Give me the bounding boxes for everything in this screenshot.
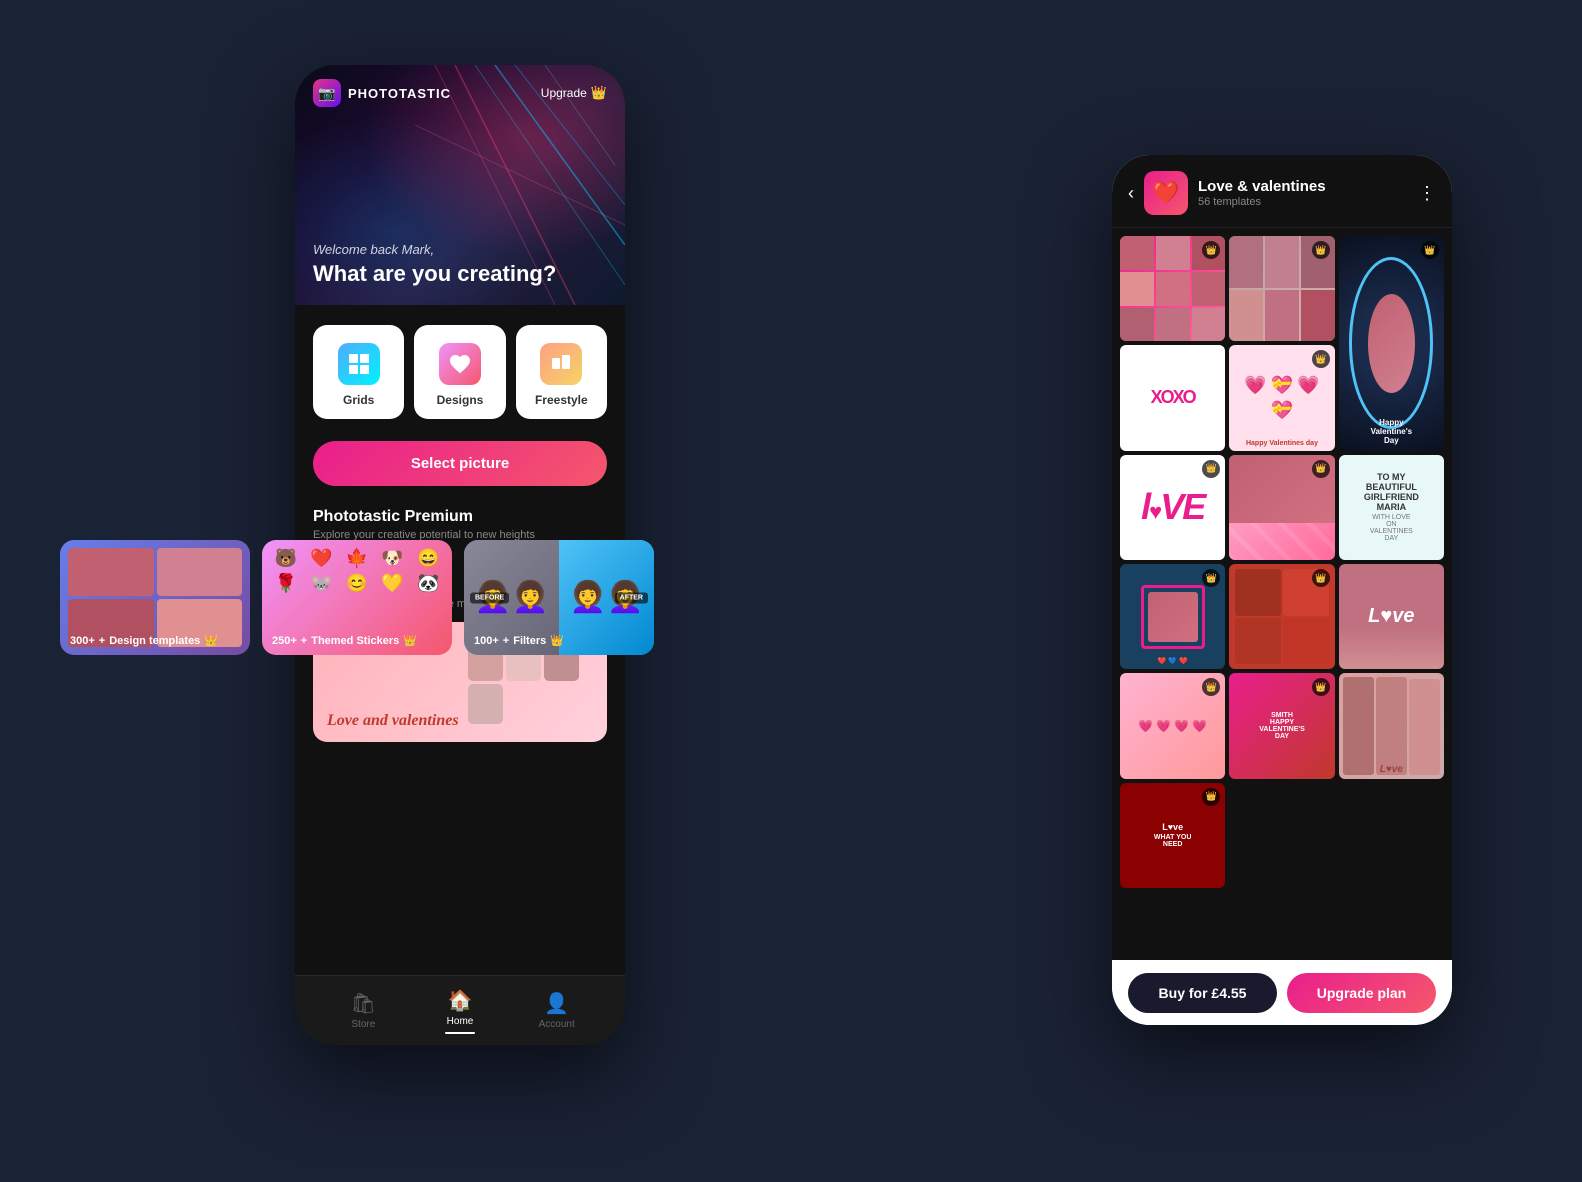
bottom-navigation: 🛍 Store 🏠 Home 👤 Account <box>295 975 625 1045</box>
right-phone-header: ‹ ❤️ Love & valentines 56 templates ⋮ <box>1112 155 1452 228</box>
collection-name: Love & valentines <box>1198 178 1408 195</box>
back-button[interactable]: ‹ <box>1128 183 1134 204</box>
template-item[interactable]: XOXO <box>1120 345 1225 450</box>
template-item[interactable]: 👑 <box>1229 564 1334 669</box>
crown-badge: 👑 <box>1312 678 1330 696</box>
nav-store[interactable]: 🛍 Store <box>315 991 412 1030</box>
crown-icon: 👑 <box>591 85 607 101</box>
template-item[interactable]: 💗 💗 💗 💗 👑 <box>1120 673 1225 778</box>
category-designs[interactable]: Designs <box>414 325 505 419</box>
upgrade-button[interactable]: Upgrade 👑 <box>541 85 607 101</box>
collection-thumbnail: ❤️ <box>1144 171 1188 215</box>
app-bar: 📷 PHOTOTASTIC Upgrade 👑 <box>295 65 625 107</box>
premium-card-designs[interactable]: 300++ Design templates 👑 <box>60 540 250 655</box>
buy-button[interactable]: Buy for £4.55 <box>1128 973 1277 1013</box>
premium-card-stickers[interactable]: 🐻 ❤️ 🍁 🐶 😄 🌹 🐭 😊 💛 🐼 250++ Themed Sticke… <box>262 540 452 655</box>
template-item[interactable]: ❤️ 💙 ❤️ 👑 <box>1120 564 1225 669</box>
card3-label: 100++ Filters 👑 <box>474 634 564 647</box>
nav-account[interactable]: 👤 Account <box>508 991 605 1030</box>
grids-label: Grids <box>343 393 374 407</box>
template-item[interactable]: SMITH HAPPY VALENTINE'S DAY 👑 <box>1229 673 1334 778</box>
freestyle-label: Freestyle <box>535 393 588 407</box>
store-icon: 🛍 <box>351 991 376 1016</box>
template-item[interactable]: 👑 <box>1229 236 1334 341</box>
template-item[interactable]: L♥ve WHAT YOUNEED 👑 <box>1120 783 1225 888</box>
right-phone-bottom: Buy for £4.55 Upgrade plan <box>1112 960 1452 1025</box>
template-item[interactable]: l♥VE 👑 <box>1120 455 1225 560</box>
header-text: Welcome back Mark, What are you creating… <box>313 242 556 287</box>
template-item-tall[interactable]: HappyValentine'sDay 👑 <box>1339 236 1444 451</box>
app-logo-icon: 📷 <box>313 79 341 107</box>
template-item[interactable]: 👑 <box>1120 236 1225 341</box>
trending-card-content: Love and valentines <box>327 712 459 730</box>
template-grid: 👑 👑 <box>1120 236 1444 888</box>
premium-title: Phototastic Premium <box>313 508 607 526</box>
select-picture-button[interactable]: Select picture <box>313 441 607 486</box>
category-grid: Grids Designs Freestyle <box>313 325 607 419</box>
home-label: Home <box>447 1016 474 1027</box>
freestyle-icon <box>540 343 582 385</box>
before-after-labels: BEFORE AFTER <box>464 592 654 603</box>
app-logo: 📷 PHOTOTASTIC <box>313 79 451 107</box>
crown-badge: 👑 <box>1202 788 1220 806</box>
crown-badge: 👑 <box>1421 241 1439 259</box>
collection-info: Love & valentines 56 templates <box>1198 178 1408 208</box>
designs-label: Designs <box>437 393 484 407</box>
right-phone: ‹ ❤️ Love & valentines 56 templates ⋮ <box>1112 155 1452 1025</box>
account-icon: 👤 <box>544 991 569 1016</box>
crown-badge: 👑 <box>1312 241 1330 259</box>
app-name: PHOTOTASTIC <box>348 86 451 101</box>
crown-badge: 👑 <box>1312 460 1330 478</box>
crown-badge: 👑 <box>1312 350 1330 368</box>
template-item[interactable]: TO MYBEAUTIFULGIRLFRIENDMARIA WITH LOVEO… <box>1339 455 1444 560</box>
active-indicator <box>445 1032 475 1034</box>
crown-badge: 👑 <box>1202 460 1220 478</box>
category-grids[interactable]: Grids <box>313 325 404 419</box>
card1-label: 300++ Design templates 👑 <box>70 634 218 647</box>
collection-count: 56 templates <box>1198 196 1408 208</box>
template-item[interactable]: L♥ve <box>1339 673 1444 778</box>
phone-header: 📷 PHOTOTASTIC Upgrade 👑 Welcome back Mar… <box>295 65 625 305</box>
template-item[interactable]: 👑 <box>1229 455 1334 560</box>
premium-cards: 300++ Design templates 👑 🐻 ❤️ 🍁 🐶 😄 🌹 🐭 … <box>60 540 680 655</box>
welcome-text: Welcome back Mark, <box>313 242 556 257</box>
template-grid-container: 👑 👑 <box>1112 228 1452 960</box>
main-heading: What are you creating? <box>313 261 556 287</box>
sticker-grid: 🐻 ❤️ 🍁 🐶 😄 🌹 🐭 😊 💛 🐼 <box>262 540 452 602</box>
upgrade-plan-button[interactable]: Upgrade plan <box>1287 973 1436 1013</box>
grids-icon <box>338 343 380 385</box>
more-options-button[interactable]: ⋮ <box>1418 183 1436 204</box>
crown-badge: 👑 <box>1312 569 1330 587</box>
upgrade-label: Upgrade <box>541 86 587 100</box>
before-tag: BEFORE <box>470 592 509 603</box>
home-icon: 🏠 <box>448 988 473 1013</box>
premium-card-filters[interactable]: 👩‍🦱👩‍🦱 👩‍🦱👩‍🦱 BEFORE AFTER 100++ Filters… <box>464 540 654 655</box>
nav-home[interactable]: 🏠 Home <box>412 988 509 1034</box>
card2-label: 250++ Themed Stickers 👑 <box>272 634 417 647</box>
premium-section: Phototastic Premium Explore your creativ… <box>313 508 607 541</box>
after-tag: AFTER <box>615 592 648 603</box>
template-item[interactable]: L♥ve <box>1339 564 1444 669</box>
trending-card-title: Love and valentines <box>327 712 459 730</box>
phone-body: Grids Designs Freestyle <box>295 305 625 577</box>
designs-icon <box>439 343 481 385</box>
category-freestyle[interactable]: Freestyle <box>516 325 607 419</box>
template-item[interactable]: 💗 💝 💗 💝 Happy Valentines day 👑 <box>1229 345 1334 450</box>
store-label: Store <box>351 1019 375 1030</box>
account-label: Account <box>539 1019 575 1030</box>
